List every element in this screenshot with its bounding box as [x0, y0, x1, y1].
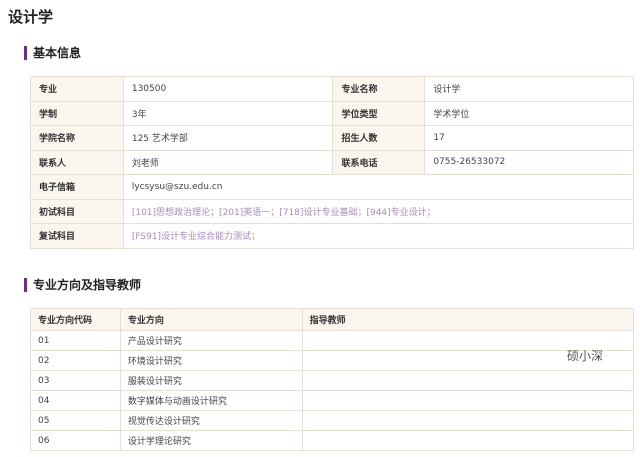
- table-row: 03 服装设计研究: [30, 370, 635, 391]
- table-row: 专业 130500 专业名称 设计学: [30, 76, 634, 102]
- directions-table: 专业方向代码 专业方向 指导教师 01 产品设计研究 02 环境设计研究 03 …: [30, 308, 635, 451]
- retest-subjects-link[interactable]: [FS91]设计专业综合能力测试；: [122, 223, 635, 249]
- page-title: 设计学: [8, 8, 54, 26]
- section-accent-bar: [24, 45, 27, 60]
- direction-name: 产品设计研究: [119, 330, 303, 351]
- table-row: 电子信箱 lycsysu@szu.edu.cn: [30, 174, 635, 200]
- table-row: 01 产品设计研究: [30, 330, 635, 351]
- watermark: 硕小深: [567, 349, 604, 363]
- direction-tutor: [301, 370, 635, 391]
- direction-name: 服装设计研究: [119, 370, 303, 391]
- table-row: 学院名称 125 艺术学部 招生人数 17: [30, 125, 634, 151]
- direction-code: 06: [30, 430, 121, 451]
- email-value: lycsysu@szu.edu.cn: [122, 174, 635, 200]
- field-label: 电子信箱: [30, 174, 124, 200]
- table-row: 02 环境设计研究: [30, 350, 635, 371]
- section-title: 基本信息: [33, 46, 82, 60]
- field-value: 125 艺术学部: [122, 125, 334, 151]
- direction-code: 05: [30, 410, 121, 431]
- direction-name: 视觉传达设计研究: [119, 410, 303, 431]
- direction-code: 01: [30, 330, 121, 351]
- direction-name: 设计学理论研究: [119, 430, 303, 451]
- field-label: 联系电话: [332, 149, 426, 175]
- field-label: 学位类型: [332, 100, 426, 126]
- table-header-row: 专业方向代码 专业方向 指导教师: [30, 308, 635, 331]
- column-header-tutor: 指导教师: [301, 308, 635, 331]
- field-value: 刘老师: [122, 149, 334, 175]
- field-label: 学制: [30, 100, 124, 126]
- basic-info-table: 专业 130500 专业名称 设计学 学制 3年 学位类型 学术学位 学院名称 …: [30, 76, 635, 249]
- direction-code: 04: [30, 390, 121, 411]
- field-label: 复试科目: [30, 223, 124, 249]
- table-row: 06 设计学理论研究: [30, 430, 635, 451]
- table-row: 学制 3年 学位类型 学术学位: [30, 100, 634, 126]
- section-title: 专业方向及指导教师: [33, 278, 142, 292]
- section-basic-info-heading: 基本信息: [24, 44, 81, 61]
- table-row: 复试科目 [FS91]设计专业综合能力测试；: [30, 223, 635, 249]
- field-label: 学院名称: [30, 125, 124, 151]
- field-label: 招生人数: [332, 125, 426, 151]
- direction-code: 03: [30, 370, 121, 391]
- first-exam-subjects-link[interactable]: [101]思想政治理论；[201]英语一；[718]设计专业基础；[944]专业…: [122, 198, 635, 224]
- field-value: 设计学: [424, 76, 634, 102]
- table-row: 联系人 刘老师 联系电话 0755-26533072: [30, 149, 634, 175]
- table-row: 04 数字媒体与动画设计研究: [30, 390, 635, 411]
- column-header-code: 专业方向代码: [30, 308, 121, 331]
- field-value: 学术学位: [424, 100, 634, 126]
- field-value: 130500: [122, 76, 334, 102]
- table-row: 05 视觉传达设计研究: [30, 410, 635, 431]
- direction-code: 02: [30, 350, 121, 371]
- field-label: 联系人: [30, 149, 124, 175]
- field-label: 专业: [30, 76, 124, 102]
- section-accent-bar: [24, 277, 27, 292]
- direction-name: 数字媒体与动画设计研究: [119, 390, 303, 411]
- direction-name: 环境设计研究: [119, 350, 303, 371]
- direction-tutor: [301, 390, 635, 411]
- field-value: 17: [424, 125, 634, 151]
- field-label: 专业名称: [332, 76, 426, 102]
- column-header-direction: 专业方向: [119, 308, 303, 331]
- field-label: 初试科目: [30, 198, 124, 224]
- field-value: 0755-26533072: [424, 149, 634, 175]
- page: 设计学 基本信息 专业 130500 专业名称 设计学 学制 3年 学位类型 学…: [0, 0, 640, 457]
- direction-tutor: [301, 430, 635, 451]
- section-directions-heading: 专业方向及指导教师: [24, 276, 141, 293]
- direction-tutor: [301, 410, 635, 431]
- table-row: 初试科目 [101]思想政治理论；[201]英语一；[718]设计专业基础；[9…: [30, 198, 635, 224]
- field-value: 3年: [122, 100, 334, 126]
